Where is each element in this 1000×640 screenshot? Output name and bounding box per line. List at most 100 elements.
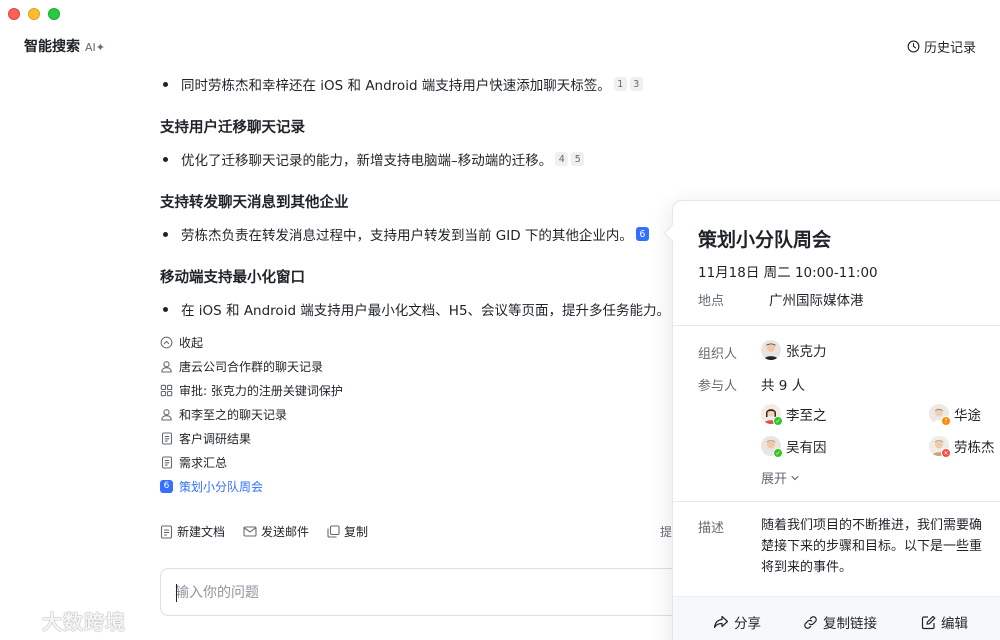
collapse-label: 收起 [179,335,204,350]
organizer[interactable]: 张克力 [761,340,827,360]
edit-label: 编辑 [941,616,968,632]
bullet-text: 同时劳栋杰和幸梓还在 iOS 和 Android 端支持用户快速添加聊天标签。 [181,78,611,94]
bullet-dot [163,306,168,312]
answer-bullet: 同时劳栋杰和幸梓还在 iOS 和 Android 端支持用户快速添加聊天标签。 1… [160,73,643,95]
attendee-name: 劳栋杰 [954,440,995,456]
edit-icon [921,615,936,629]
send-email-label: 发送邮件 [261,525,310,539]
reference-list: 收起 唐云公司合作群的聊天记录审批: 张克力的注册关键词保护和李至之的聊天记录客… [160,330,343,498]
new-document-button[interactable]: 新建文档 [160,523,225,540]
expand-attendees-button[interactable]: 展开 [761,468,800,487]
window-titlebar [0,0,1000,30]
history-button[interactable]: 历史记录 [907,37,976,56]
collapse-references-button[interactable]: 收起 [160,330,343,354]
attendee-name: 吴有因 [786,440,827,456]
copy-icon [327,525,340,538]
copy-label: 复制 [344,525,369,539]
copy-link-button[interactable]: 复制链接 [803,612,877,632]
clock-icon [907,40,920,53]
description-line: 随着我们项目的不断推进，我们需要确 [761,518,983,533]
citation-badge[interactable]: 5 [571,152,585,166]
watermark-text: 大数跨境 [42,610,126,634]
avatar: ✕ [929,436,951,458]
attendee-count: 共 9 人 [761,378,806,394]
chevron-up-circle-icon [160,336,173,349]
attendee[interactable]: ? 华途 [929,404,981,426]
accepted-status-icon: ✓ [773,448,783,458]
citation-badge[interactable]: 6 [635,227,649,241]
grid-icon [160,384,173,397]
question-input-box[interactable] [160,568,690,616]
document-icon [160,455,173,469]
bullet-text: 劳栋杰负责在转发消息过程中，支持用户转发到当前 GID 下的其他企业内。 [181,228,633,244]
organizer-name: 张克力 [786,344,827,360]
person-icon [160,360,173,373]
copy-link-label: 复制链接 [823,616,877,632]
section-heading: 移动端支持最小化窗口 [160,270,305,286]
question-input[interactable] [175,581,675,605]
reference-label: 审批: 张克力的注册关键词保护 [179,383,343,398]
reference-label: 客户调研结果 [179,431,252,446]
bullet-text: 优化了迁移聊天记录的能力，新增支持电脑端–移动端的迁移。 [181,153,553,169]
chevron-down-icon [791,475,799,480]
divider [673,325,1000,326]
bullet-text: 在 iOS 和 Android 端支持用户最小化文档、H5、会议等页面，提升多任… [181,303,671,319]
reference-item[interactable]: 6 策划小分队周会 [160,474,343,498]
attendee-name: 华途 [954,408,981,424]
answer-actions: 新建文档 发送邮件 复制 提 [160,523,672,540]
avatar [761,340,781,360]
link-icon [804,615,817,629]
tentative-status-icon: ? [941,416,951,426]
send-email-button[interactable]: 发送邮件 [243,523,309,540]
watermark: 大数跨境 [8,606,126,635]
minimize-window-button[interactable] [28,8,40,20]
event-title: 策划小分队周会 [698,229,832,251]
document-icon [160,524,173,539]
attendee[interactable]: ✕ 劳栋杰 [929,436,995,458]
declined-status-icon: ✕ [941,448,951,458]
reference-item[interactable]: 客户调研结果 [160,426,343,450]
citation-badge[interactable]: 1 [613,77,627,91]
reference-item[interactable]: 审批: 张克力的注册关键词保护 [160,378,343,402]
attendee-name: 李至之 [786,408,827,424]
history-label: 历史记录 [923,41,976,56]
bullet-dot [163,81,168,87]
citation-badge[interactable]: 4 [555,152,569,166]
app-title: 智能搜索 [24,39,80,55]
accepted-status-icon: ✓ [773,416,783,426]
bullet-dot [163,156,168,162]
attendee[interactable]: ✓ 李至之 [761,404,827,426]
event-description: 随着我们项目的不断推进，我们需要确 楚接下来的步骤和目标。以下是一些重 将到来的… [761,515,1000,579]
section-heading: 支持转发聊天消息到其他企业 [160,195,349,211]
attendees-label: 参与人 [698,379,738,394]
person-icon [160,408,173,421]
reference-item[interactable]: 需求汇总 [160,450,343,474]
share-button[interactable]: 分享 [713,612,761,632]
ai-badge: AI✦ [85,41,105,54]
event-time: 11月18日 周二 10:00-11:00 [698,265,878,281]
zoom-window-button[interactable] [48,8,60,20]
number-badge-icon: 6 [160,479,173,493]
attendee[interactable]: ✓ 吴有因 [761,436,827,458]
description-line: 将到来的事件。 [761,560,853,575]
app-header: 智能搜索 AI✦ [24,36,105,56]
edit-button[interactable]: 编辑 [921,612,968,632]
reference-item[interactable]: 和李至之的聊天记录 [160,402,343,426]
organizer-label: 组织人 [698,347,738,362]
reference-label: 唐云公司合作群的聊天记录 [179,359,324,374]
citation-badge[interactable]: 3 [629,77,643,91]
document-icon [160,431,173,445]
reference-label: 策划小分队周会 [179,479,264,494]
new-document-label: 新建文档 [177,525,226,539]
avatar: ✓ [761,404,783,426]
answer-bullet: 在 iOS 和 Android 端支持用户最小化文档、H5、会议等页面，提升多任… [160,298,670,320]
event-detail-card: 策划小分队周会 11月18日 周二 10:00-11:00 地点 广州国际媒体港… [663,200,1000,640]
share-icon [713,615,729,629]
truncated-action-label[interactable]: 提 [660,523,672,540]
description-line: 楚接下来的步骤和目标。以下是一些重 [761,539,983,554]
copy-button[interactable]: 复制 [327,523,368,540]
avatar: ✓ [761,436,783,458]
mail-icon [243,526,257,537]
reference-item[interactable]: 唐云公司合作群的聊天记录 [160,354,343,378]
close-window-button[interactable] [8,8,20,20]
